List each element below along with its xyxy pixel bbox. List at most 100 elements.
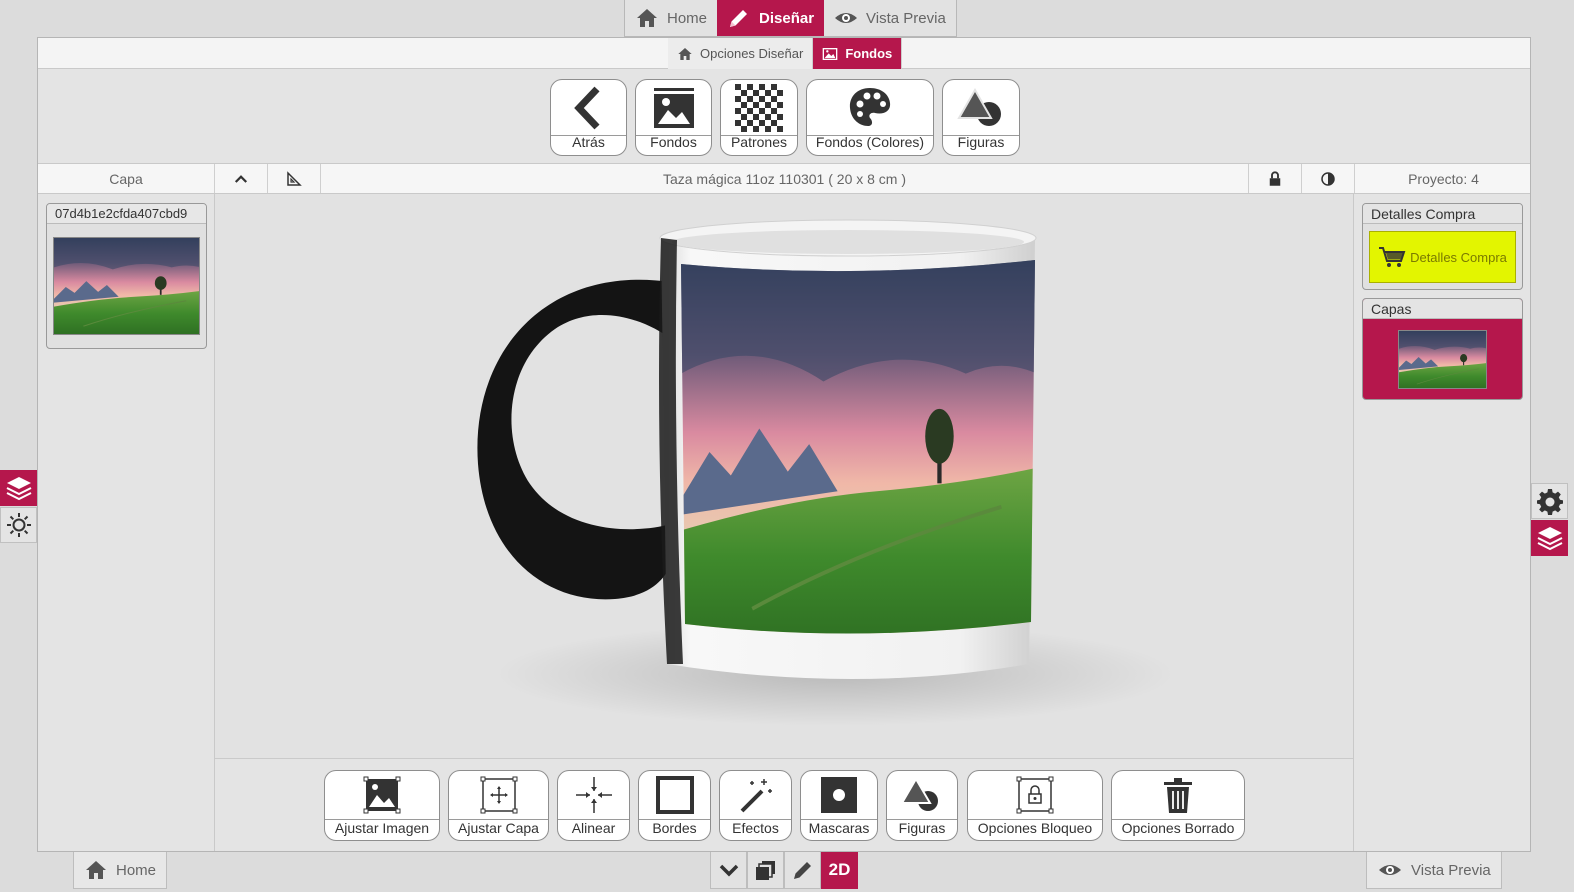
subnav-backgrounds-label: Fondos — [845, 46, 893, 61]
delete-options-button[interactable]: Opciones Borrado — [1111, 770, 1245, 841]
chevron-left-icon — [573, 86, 600, 130]
borders-label: Bordes — [652, 820, 697, 836]
layer-id-label: 07d4b1e2cfda407cbd9 — [47, 204, 206, 224]
layers-icon — [6, 477, 31, 501]
backgrounds-button-label: Fondos — [650, 134, 697, 150]
layer-thumbnail — [53, 237, 200, 335]
magic-wand-icon — [740, 779, 772, 813]
left-brightness-tab[interactable] — [0, 507, 37, 543]
info-bar: Capa Taza mágica 11oz 110301 ( 20 x 8 cm… — [38, 163, 1530, 194]
top-tab-home-label: Home — [667, 9, 708, 27]
contrast-icon — [1321, 171, 1335, 186]
top-tab-home[interactable]: Home — [625, 0, 717, 36]
layers-card[interactable]: Capas — [1362, 298, 1523, 400]
delete-options-label: Opciones Borrado — [1121, 820, 1235, 836]
patterns-button[interactable]: Patrones — [720, 79, 798, 156]
bottom-toolbar: Ajustar Imagen Ajustar Capa Alinear Bord… — [215, 758, 1353, 851]
sun-icon — [6, 513, 31, 537]
eye-icon — [835, 13, 858, 23]
bottom-preview-button[interactable]: Vista Previa — [1366, 852, 1502, 889]
adjust-image-icon — [363, 776, 401, 814]
top-tab-design[interactable]: Diseñar — [717, 0, 825, 36]
house-icon — [678, 47, 692, 60]
subnav-design-options[interactable]: Opciones Diseñar — [668, 38, 814, 69]
effects-button[interactable]: Efectos — [719, 770, 792, 841]
back-button[interactable]: Atrás — [550, 79, 627, 156]
left-layers-panel: 07d4b1e2cfda407cbd9 — [38, 194, 215, 851]
patterns-button-label: Patrones — [730, 134, 788, 150]
purchase-details-button[interactable]: Detalles Compra — [1369, 231, 1516, 283]
bottom-shapes-label: Figuras — [898, 820, 946, 836]
bottom-bar: Home 2D Vista Previa — [0, 852, 1574, 892]
subnav-backgrounds[interactable]: Fondos — [813, 38, 903, 69]
trash-icon — [1164, 778, 1192, 813]
cart-icon — [1379, 247, 1406, 267]
lock-options-button[interactable]: Opciones Bloqueo — [967, 770, 1103, 841]
shapes-button[interactable]: Figuras — [942, 79, 1020, 156]
top-nav: Home Diseñar Vista Previa — [624, 0, 957, 37]
adjust-image-label: Ajustar Imagen — [334, 820, 430, 836]
adjust-image-button[interactable]: Ajustar Imagen — [324, 770, 440, 841]
image-icon — [653, 88, 694, 128]
border-icon — [655, 776, 694, 814]
masks-label: Mascaras — [808, 820, 870, 836]
right-settings-tab[interactable] — [1531, 483, 1568, 519]
align-label: Alinear — [571, 820, 616, 836]
align-button[interactable]: Alinear — [557, 770, 630, 841]
left-layers-tab[interactable] — [0, 470, 37, 506]
ruler-button[interactable] — [268, 164, 321, 193]
lock-layer-icon — [1016, 776, 1054, 814]
adjust-layer-icon — [480, 776, 517, 814]
align-icon — [575, 777, 612, 813]
lock-button[interactable] — [1249, 164, 1302, 193]
lock-options-label: Opciones Bloqueo — [977, 820, 1093, 836]
back-button-label: Atrás — [572, 134, 605, 150]
contrast-button[interactable] — [1302, 164, 1355, 193]
design-canvas[interactable] — [215, 194, 1353, 758]
gear-icon — [1536, 489, 1563, 515]
top-tab-preview[interactable]: Vista Previa — [824, 0, 956, 36]
main-frame: Opciones Diseñar Fondos Atrás Fondos Pat… — [37, 37, 1531, 852]
chevron-down-icon — [719, 864, 738, 877]
top-tab-preview-label: Vista Previa — [866, 9, 946, 27]
right-layers-tab[interactable] — [1531, 520, 1568, 556]
house-icon — [637, 9, 657, 27]
masks-button[interactable]: Mascaras — [800, 770, 878, 841]
adjust-layer-button[interactable]: Ajustar Capa — [448, 770, 549, 841]
adjust-layer-label: Ajustar Capa — [458, 820, 539, 836]
image-icon — [822, 47, 838, 60]
product-title: Taza mágica 11oz 110301 ( 20 x 8 cm ) — [321, 164, 1249, 193]
edit-button[interactable] — [784, 852, 821, 889]
subnav-design-options-label: Opciones Diseñar — [700, 46, 804, 61]
backgrounds-button[interactable]: Fondos — [635, 79, 712, 156]
checkerboard-icon — [735, 84, 783, 132]
move-up-button[interactable] — [215, 164, 268, 193]
project-label: Proyecto: 4 — [1408, 170, 1479, 187]
mug-preview[interactable] — [215, 194, 1353, 758]
layers-icon — [1537, 527, 1562, 551]
color-backgrounds-button[interactable]: Fondos (Colores) — [806, 79, 934, 156]
layer-column-label: Capa — [38, 164, 215, 193]
pages-icon — [755, 861, 775, 880]
palette-icon — [849, 88, 891, 126]
mode-2d-button[interactable]: 2D — [821, 852, 858, 889]
borders-button[interactable]: Bordes — [638, 770, 711, 841]
purchase-card: Detalles Compra Detalles Compra — [1362, 203, 1523, 290]
right-panel: Detalles Compra Detalles Compra Capas — [1353, 194, 1530, 851]
bottom-home-label: Home — [116, 861, 157, 879]
subnav: Opciones Diseñar Fondos — [668, 38, 903, 69]
pages-button[interactable] — [747, 852, 784, 889]
shapes-button-label: Figuras — [957, 134, 1005, 150]
shapes-icon — [902, 777, 938, 811]
lock-icon — [1269, 170, 1281, 186]
top-tab-design-label: Diseñar — [759, 9, 815, 27]
collapse-button[interactable] — [710, 852, 747, 889]
bottom-preview-label: Vista Previa — [1411, 861, 1491, 879]
set-square-icon — [287, 170, 302, 186]
bottom-shapes-button[interactable]: Figuras — [886, 770, 958, 841]
house-icon — [86, 861, 106, 879]
effects-label: Efectos — [732, 820, 779, 836]
bottom-home-button[interactable]: Home — [73, 852, 168, 889]
mask-icon — [821, 777, 857, 813]
layer-card[interactable]: 07d4b1e2cfda407cbd9 — [46, 203, 207, 349]
